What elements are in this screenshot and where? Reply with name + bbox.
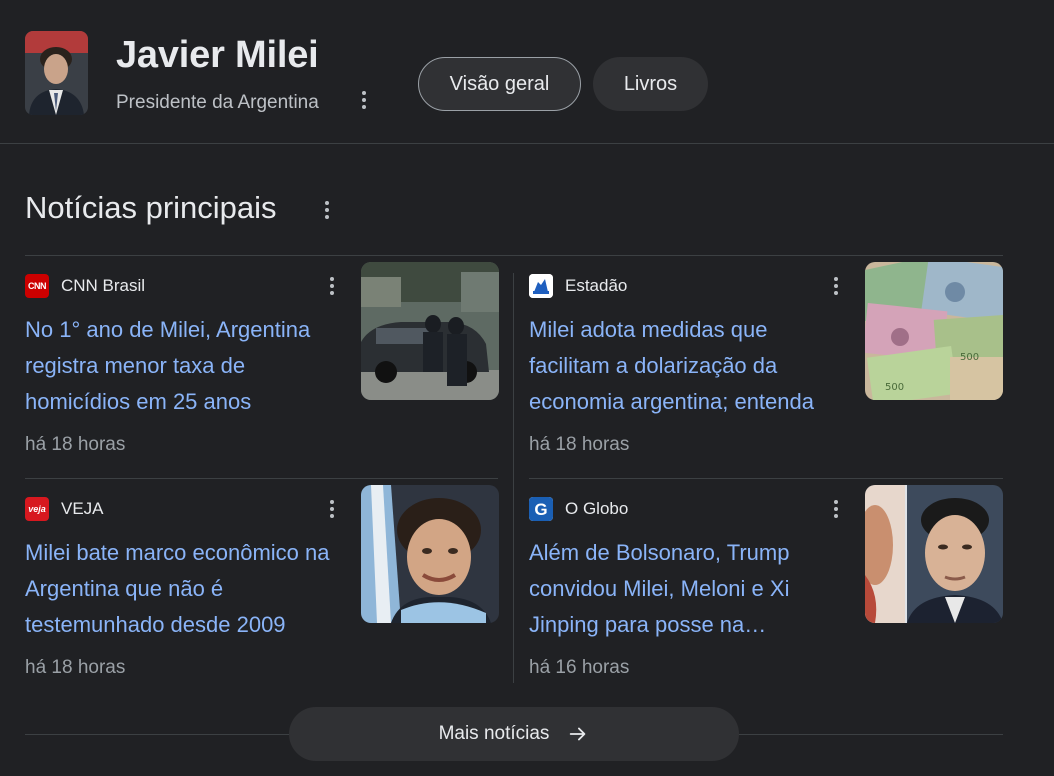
news-options-icon[interactable] (322, 272, 342, 300)
news-time: há 16 horas (529, 657, 630, 678)
person-portrait-icon (25, 31, 88, 115)
news-time: há 18 horas (25, 657, 126, 678)
svg-text:G: G (534, 500, 547, 519)
section-title: Notícias principais (25, 190, 277, 225)
more-options-icon[interactable] (354, 86, 374, 114)
svg-text:500: 500 (885, 382, 904, 393)
news-time: há 18 horas (25, 434, 126, 455)
news-source-name: Estadão (565, 276, 628, 295)
entity-avatar[interactable] (25, 31, 88, 115)
news-options-icon[interactable] (826, 495, 846, 523)
tab-livros[interactable]: Livros (593, 57, 708, 111)
divider (529, 478, 1003, 479)
cnn-logo-icon: CNN (25, 274, 49, 298)
news-options-icon[interactable] (826, 272, 846, 300)
estadao-logo-icon (529, 274, 553, 298)
more-news-button[interactable]: Mais notícias (289, 707, 739, 761)
tab-visao-geral[interactable]: Visão geral (418, 57, 581, 111)
news-headline[interactable]: Além de Bolsonaro, Trump convidou Milei,… (529, 535, 849, 643)
banknotes-photo[interactable]: 500 500 (865, 262, 1003, 400)
news-source-name: CNN Brasil (61, 276, 146, 295)
police-car-photo[interactable] (361, 262, 499, 400)
news-source: G O Globo (529, 497, 628, 521)
news-options-icon[interactable] (322, 495, 342, 523)
divider (25, 255, 1003, 256)
veja-logo-icon: veja (25, 497, 49, 521)
oglobo-logo-icon: G (529, 497, 553, 521)
news-source: Estadão (529, 274, 627, 298)
entity-title: Javier Milei (116, 34, 319, 76)
news-source: CNN CNN Brasil (25, 274, 145, 298)
section-options-icon[interactable] (317, 196, 337, 224)
news-card[interactable]: Estadão Milei adota medidas que facilita… (529, 262, 1009, 474)
xi-jinping-photo[interactable] (865, 485, 1003, 623)
svg-text:500: 500 (960, 352, 979, 363)
entity-header: Javier Milei Presidente da Argentina Vis… (0, 0, 1054, 144)
column-divider (513, 273, 514, 683)
news-time: há 18 horas (529, 434, 630, 455)
divider (25, 478, 498, 479)
news-headline[interactable]: Milei bate marco econômico na Argentina … (25, 535, 345, 643)
more-news-label: Mais notícias (438, 723, 550, 744)
news-headline[interactable]: No 1° ano de Milei, Argentina registra m… (25, 312, 345, 420)
entity-subtitle: Presidente da Argentina (116, 92, 319, 113)
news-card[interactable]: CNN CNN Brasil No 1° ano de Milei, Argen… (25, 262, 505, 474)
news-source-name: VEJA (61, 499, 104, 518)
news-source-name: O Globo (565, 499, 629, 518)
news-source: veja VEJA (25, 497, 104, 521)
news-card[interactable]: G O Globo Além de Bolsonaro, Trump convi… (529, 485, 1009, 697)
arrow-right-icon (570, 727, 586, 741)
milei-smiling-photo[interactable] (361, 485, 499, 623)
news-headline[interactable]: Milei adota medidas que facilitam a dola… (529, 312, 849, 420)
news-card[interactable]: veja VEJA Milei bate marco econômico na … (25, 485, 505, 697)
